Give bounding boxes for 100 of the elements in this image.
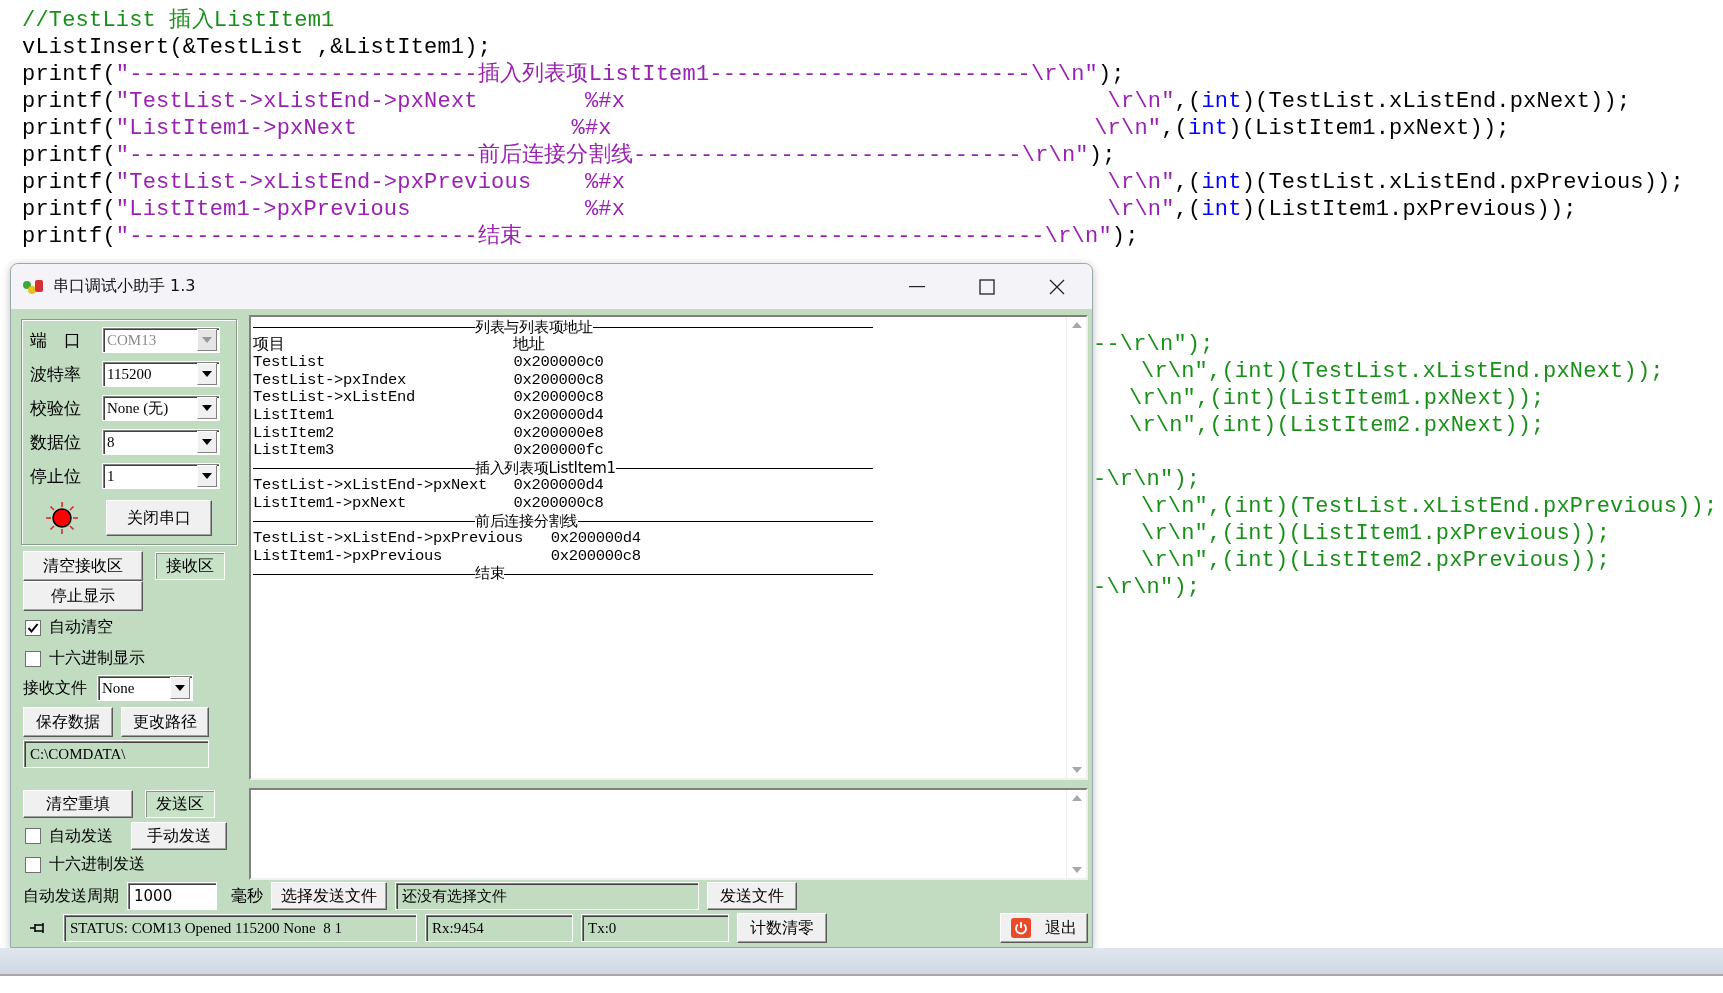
item-name: ListItem2 (253, 423, 334, 442)
code-line: printf("--------------------------前后连接分割线-----------------------------\r\n"); (22, 142, 1117, 169)
setting-label: 停止位 (30, 464, 82, 488)
code-line: printf("TestList->xListEnd->pxPrevious %#x \r\n",(int)(TestList.xListEnd.pxPrevious)); (22, 169, 1685, 196)
item-address: 0x200000c8 (513, 371, 604, 390)
setting-label: 校验位 (30, 396, 82, 420)
checkbox-label: 自动清空 (49, 617, 113, 638)
power-icon (1011, 918, 1031, 938)
manual-send-button[interactable]: 手动发送 (131, 822, 227, 850)
send-period-label: 自动发送周期 (23, 885, 119, 907)
code-line: printf("--------------------------插入列表项ListItem1------------------------\r\n"); (22, 61, 1126, 88)
code-line: \r\n",(int)(ListItem1.pxNext)); (1129, 385, 1545, 412)
exit-button[interactable]: 退出 (1000, 913, 1088, 943)
item-address: 0x200000d4 (513, 477, 604, 495)
dropdown-arrow-icon (202, 473, 212, 479)
item-address: 0x200000c8 (513, 389, 604, 407)
item-address: 0x200000c8 (513, 494, 604, 513)
receive-area-label: 接收区 (155, 552, 225, 580)
minimize-icon (909, 285, 925, 288)
code-line: -\r\n"); (1093, 574, 1201, 601)
code-line: printf("TestList->xListEnd->pxNext %#x \r\n",(int)(TestList.xListEnd.pxNext)); (22, 88, 1632, 115)
pin-icon (29, 921, 47, 935)
send-file-button[interactable]: 发送文件 (707, 882, 797, 910)
dropdown-arrow-icon (175, 685, 185, 691)
send-period-field[interactable]: 1000 (127, 882, 217, 910)
code-line: //TestList 插入ListItem1 (22, 7, 336, 34)
item-address: 0x200000fc (513, 442, 604, 460)
item-name: 项目 (253, 335, 285, 354)
close-icon (1049, 278, 1065, 295)
setting-dropdown[interactable]: 115200 (102, 361, 220, 387)
setting-dropdown[interactable]: None (无) (102, 395, 220, 421)
scroll-down-arrow[interactable] (1070, 866, 1083, 874)
setting-label: 波特率 (30, 362, 82, 386)
item-name: ListItem1->pxNext (253, 493, 407, 512)
stop-display-button[interactable]: 停止显示 (23, 581, 143, 611)
change-path-button[interactable]: 更改路径 (121, 707, 209, 737)
code-line: \r\n",(int)(TestList.xListEnd.pxNext)); (1141, 358, 1664, 385)
checkbox[interactable] (25, 650, 41, 667)
window-title: 串口调试小助手 1.3 (53, 276, 197, 297)
item-address: 地址 (513, 336, 545, 355)
code-line: \r\n",(int)(ListItem2.pxNext)); (1129, 412, 1545, 439)
clear-receive-button[interactable]: 清空接收区 (23, 551, 143, 581)
save-data-button[interactable]: 保存数据 (23, 707, 113, 737)
section-title: 结束 (475, 565, 505, 583)
milliseconds-label: 毫秒 (231, 885, 263, 907)
checkbox[interactable] (25, 828, 41, 844)
scroll-up-arrow[interactable] (1070, 794, 1083, 802)
section-title: 插入列表项ListItem1 (475, 459, 616, 478)
item-name: ListItem3 (253, 441, 334, 460)
code-line: printf("ListItem1->pxNext %#x \r\n",(int)(ListItem1.pxNext)); (22, 115, 1511, 142)
code-line: printf("--------------------------结束---------------------------------------\r\n"); (22, 223, 1140, 250)
receive-area[interactable] (249, 315, 1088, 780)
checkbox-label: 十六进制显示 (49, 648, 145, 669)
close-port-button[interactable]: 关闭串口 (106, 500, 212, 536)
receive-file-label: 接收文件 (23, 677, 87, 699)
code-line: -\r\n"); (1093, 466, 1201, 493)
setting-label: 数据位 (30, 430, 82, 454)
item-name: ListItem1 (253, 405, 334, 424)
item-name: TestList->xListEnd->pxNext (253, 476, 488, 495)
dropdown-arrow-icon (202, 371, 212, 377)
item-address: 0x200000d4 (550, 530, 641, 548)
item-name: ListItem1->pxPrevious (253, 546, 443, 565)
item-address: 0x200000c0 (513, 354, 604, 372)
item-name: TestList->pxIndex (253, 370, 407, 389)
dropdown-arrow-icon (202, 337, 212, 343)
receive-file-dropdown[interactable]: None (97, 675, 193, 701)
code-line: printf("ListItem1->pxPrevious %#x \r\n",(int)(ListItem1.pxPrevious)); (22, 196, 1578, 223)
code-line: vListInsert(&TestList ,&ListItem1); (22, 34, 493, 61)
setting-label: 端 口 (30, 328, 82, 352)
item-address: 0x200000e8 (513, 424, 604, 443)
path-field[interactable]: C:\COMDATA\ (23, 740, 209, 768)
checkbox-label: 十六进制发送 (49, 854, 145, 875)
tx-count-field: Tx:0 (581, 914, 729, 942)
section-title: 前后连接分割线 (475, 512, 578, 531)
reset-count-button[interactable]: 计数清零 (737, 913, 827, 943)
clear-refill-button[interactable]: 清空重填 (23, 790, 133, 818)
code-line: --\r\n"); (1093, 331, 1214, 358)
item-name: TestList->xListEnd (253, 388, 416, 407)
setting-dropdown[interactable]: 1 (102, 463, 220, 489)
setting-dropdown[interactable]: 8 (102, 429, 220, 455)
item-name: TestList->xListEnd->pxPrevious (253, 529, 524, 548)
dropdown-arrow-icon (202, 405, 212, 411)
code-line: \r\n",(int)(ListItem2.pxPrevious)); (1141, 547, 1611, 574)
code-line: \r\n",(int)(ListItem1.pxPrevious)); (1141, 520, 1611, 547)
checkbox[interactable] (25, 856, 41, 873)
scroll-down-arrow[interactable] (1070, 766, 1083, 774)
choose-file-button[interactable]: 选择发送文件 (271, 882, 387, 910)
checkbox-label: 自动发送 (49, 825, 113, 847)
item-name: TestList (253, 353, 325, 372)
section-title: 列表与列表项地址 (475, 319, 593, 336)
scroll-up-arrow[interactable] (1070, 321, 1083, 329)
dropdown-arrow-icon (202, 439, 212, 445)
selected-file-field: 还没有选择文件 (395, 882, 699, 910)
item-address: 0x200000d4 (513, 406, 604, 425)
item-address: 0x200000c8 (550, 547, 641, 566)
maximize-icon (979, 278, 995, 295)
status-field: STATUS: COM13 Opened 115200 None 8 1 (63, 914, 417, 942)
send-area[interactable] (249, 788, 1088, 880)
rx-count-field: Rx:9454 (425, 914, 573, 942)
checkbox[interactable] (25, 619, 41, 636)
